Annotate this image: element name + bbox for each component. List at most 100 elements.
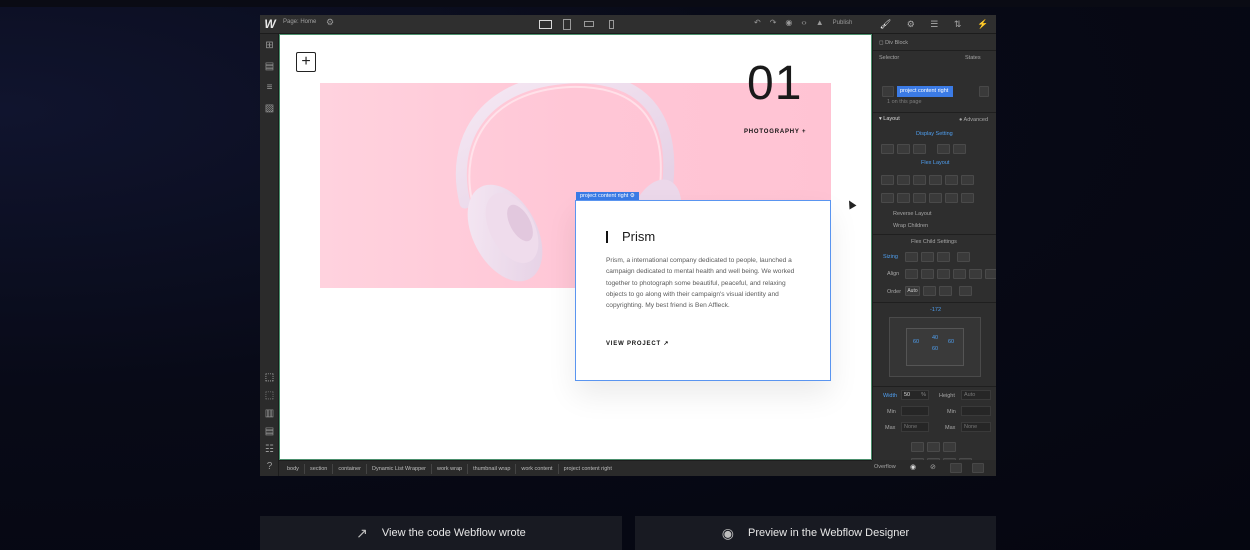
audit-icon[interactable]: ▤ — [264, 426, 275, 437]
flex-align-icon[interactable] — [945, 175, 958, 185]
flex-align-icon[interactable] — [929, 175, 942, 185]
display-flex-icon[interactable] — [937, 144, 950, 154]
breadcrumb-item[interactable]: container — [333, 463, 368, 474]
padding-right-value[interactable]: 60 — [948, 339, 954, 345]
add-button[interactable]: + — [296, 52, 316, 72]
style-brush-icon[interactable]: 🖌 — [880, 19, 891, 30]
float-none-icon[interactable] — [911, 442, 924, 452]
min-height-input[interactable] — [961, 406, 991, 416]
align-stretch-icon[interactable] — [969, 269, 982, 279]
flex-justify-icon[interactable] — [945, 193, 958, 203]
select-tool-icon[interactable]: ⬚ — [264, 372, 275, 383]
flex-direction-icon[interactable] — [881, 175, 894, 185]
layout-section-title[interactable]: ▾ Layout — [879, 116, 900, 122]
padding-left-value[interactable]: 60 — [913, 339, 919, 345]
add-panel-icon[interactable]: ⊞ — [264, 40, 275, 51]
sizing-shrink-icon[interactable] — [905, 252, 918, 262]
mobile-portrait-icon[interactable] — [604, 17, 618, 31]
help-icon[interactable]: ? — [264, 461, 275, 472]
order-last-icon[interactable] — [939, 286, 952, 296]
settings-gear-icon[interactable]: ⚙ — [907, 19, 915, 30]
undo-icon[interactable]: ↶ — [754, 18, 761, 27]
align-end-icon[interactable] — [953, 269, 966, 279]
grid-icon[interactable]: ▥ — [264, 408, 275, 419]
flex-justify-icon[interactable] — [961, 193, 974, 203]
project-category[interactable]: PHOTOGRAPHY + — [744, 129, 806, 135]
states-dropdown[interactable]: States — [965, 55, 981, 61]
order-custom-icon[interactable] — [959, 286, 972, 296]
breadcrumb-item[interactable]: work wrap — [432, 463, 469, 474]
wrap-children-checkbox[interactable]: Wrap Children — [893, 223, 928, 229]
preview-designer-button[interactable]: ◉ Preview in the Webflow Designer — [635, 516, 996, 550]
breadcrumb-item[interactable]: section — [305, 463, 334, 474]
page-settings-icon[interactable]: ⚙ — [326, 17, 334, 28]
selected-element-tag[interactable]: project content right ⚙ — [576, 192, 639, 200]
margin-top-value[interactable]: -172 — [930, 307, 941, 313]
display-inline-block-icon[interactable] — [897, 144, 910, 154]
sizing-grow-icon[interactable] — [921, 252, 934, 262]
flex-justify-icon[interactable] — [913, 193, 926, 203]
breadcrumb-item[interactable]: thumbnail wrap — [468, 463, 517, 474]
code-icon[interactable]: ‹› — [801, 18, 806, 27]
align-start-icon[interactable] — [921, 269, 934, 279]
height-input[interactable]: Auto — [961, 390, 991, 400]
tag-settings-icon[interactable]: ⚙ — [630, 193, 635, 199]
width-input[interactable]: 50 % — [901, 390, 929, 400]
display-inline-icon[interactable] — [913, 144, 926, 154]
design-canvas[interactable]: + 01 PHOTOGRAPHY + project content right… — [279, 34, 872, 460]
lightning-icon[interactable]: ⚡ — [977, 19, 988, 30]
view-code-button[interactable]: ↗ View the code Webflow wrote — [260, 516, 622, 550]
redo-icon[interactable]: ↷ — [770, 18, 777, 27]
selector-class-field[interactable]: project content right — [897, 86, 953, 97]
preview-tool-icon[interactable]: ⬚ — [264, 390, 275, 401]
desktop-view-icon[interactable] — [538, 17, 552, 31]
users-icon[interactable]: ☷ — [264, 444, 275, 455]
breadcrumb-item[interactable]: work content — [516, 463, 559, 474]
pages-icon[interactable]: ▤ — [264, 61, 275, 72]
project-content-card[interactable]: Prism Prism, a international company ded… — [575, 200, 831, 381]
sizing-none-icon[interactable] — [937, 252, 950, 262]
max-height-input[interactable]: None — [961, 422, 991, 432]
flex-align-icon[interactable] — [897, 175, 910, 185]
flex-direction-icon[interactable] — [881, 193, 894, 203]
view-project-link[interactable]: VIEW PROJECT ↗ — [606, 340, 669, 347]
publish-button[interactable]: Publish — [833, 20, 853, 26]
padding-top-value[interactable]: 40 — [932, 335, 938, 341]
display-block-icon[interactable] — [881, 144, 894, 154]
overflow-scroll-icon[interactable] — [950, 463, 962, 473]
flex-justify-icon[interactable] — [929, 193, 942, 203]
padding-bottom-value[interactable]: 60 — [932, 346, 938, 352]
flex-align-icon[interactable] — [961, 175, 974, 185]
align-center-icon[interactable] — [937, 269, 950, 279]
breadcrumb-item[interactable]: body — [282, 463, 305, 474]
breadcrumb-item[interactable]: Dynamic List Wrapper — [367, 463, 433, 474]
order-auto-button[interactable]: Auto — [905, 286, 920, 296]
selector-menu-icon[interactable] — [979, 86, 989, 97]
align-none-icon[interactable] — [905, 269, 918, 279]
mobile-landscape-icon[interactable] — [582, 17, 596, 31]
display-none-icon[interactable] — [953, 144, 966, 154]
cms-icon[interactable]: ≡ — [264, 82, 275, 93]
webflow-logo[interactable]: W — [263, 17, 277, 31]
align-baseline-icon[interactable] — [985, 269, 996, 279]
float-left-icon[interactable] — [927, 442, 940, 452]
flex-align-icon[interactable] — [913, 175, 926, 185]
tablet-view-icon[interactable] — [560, 17, 574, 31]
sizing-custom-icon[interactable] — [957, 252, 970, 262]
selector-tag-icon[interactable] — [882, 86, 894, 97]
breadcrumb-item[interactable]: project content right — [559, 464, 617, 474]
navigator-icon[interactable]: ☰ — [930, 19, 938, 30]
flex-justify-icon[interactable] — [897, 193, 910, 203]
min-width-input[interactable] — [901, 406, 929, 416]
advanced-toggle[interactable]: ● Advanced — [959, 117, 988, 123]
overflow-hidden-icon[interactable]: ⊘ — [930, 463, 936, 471]
overflow-visible-icon[interactable]: ◉ — [910, 463, 916, 471]
overflow-auto-icon[interactable] — [972, 463, 984, 473]
order-first-icon[interactable] — [923, 286, 936, 296]
float-right-icon[interactable] — [943, 442, 956, 452]
max-width-input[interactable]: None — [901, 422, 929, 432]
page-selector[interactable]: Page: Home — [283, 19, 316, 25]
reverse-layout-checkbox[interactable]: Reverse Layout — [893, 211, 932, 217]
assets-icon[interactable]: ▨ — [264, 103, 275, 114]
preview-icon[interactable]: ◉ — [785, 18, 792, 27]
